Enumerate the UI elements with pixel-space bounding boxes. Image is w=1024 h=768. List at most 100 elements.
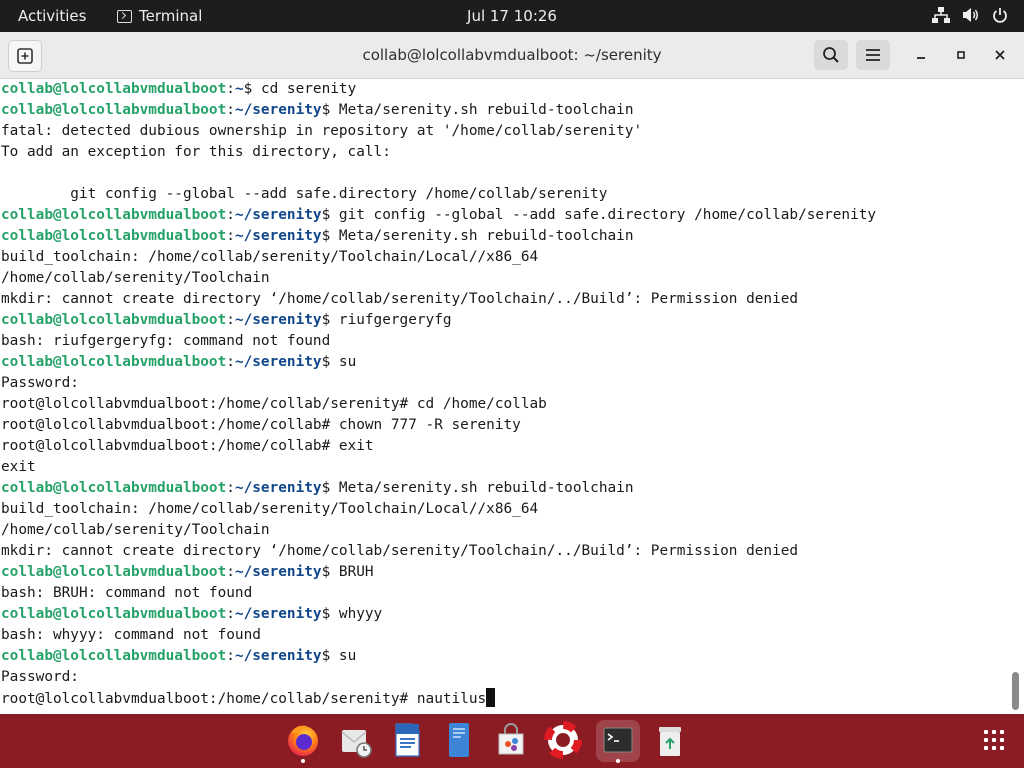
dock-mail[interactable] [336, 720, 376, 762]
power-icon [993, 8, 1007, 23]
dock-terminal[interactable] [596, 720, 640, 763]
grid-dot [984, 746, 988, 750]
prompt-user-host: collab@lolcollabvmdualboot [1, 312, 227, 328]
terminal-scrollbar[interactable] [1012, 672, 1019, 710]
terminal-line: /home/collab/serenity/Toolchain [0, 268, 1010, 289]
terminal-line: exit [0, 457, 1010, 478]
volume-icon [963, 8, 978, 22]
maximize-icon [957, 51, 965, 59]
new-tab-button[interactable] [8, 40, 42, 72]
dock-viewer[interactable] [439, 720, 479, 762]
prompt-symbol: $ [321, 354, 339, 370]
new-tab-icon [17, 48, 33, 64]
dock-trash[interactable] [650, 720, 690, 762]
dock [0, 714, 1024, 768]
minimize-icon [917, 57, 925, 59]
prompt-user-host: collab@lolcollabvmdualboot [1, 480, 227, 496]
maximize-button[interactable] [950, 44, 972, 66]
output-text: git config --global --add safe.directory… [1, 186, 608, 202]
prompt-symbol: $ [321, 648, 339, 664]
top-bar: Activities Terminal Jul 17 10:26 [0, 0, 1024, 32]
terminal-line: collab@lolcollabvmdualboot:~/serenity$ B… [0, 562, 1010, 583]
grid-dot [984, 738, 988, 742]
terminal-line: git config --global --add safe.directory… [0, 184, 1010, 205]
grid-dot [1000, 738, 1004, 742]
grid-dot [984, 730, 988, 734]
terminal-line: bash: BRUH: command not found [0, 583, 1010, 604]
terminal-line: collab@lolcollabvmdualboot:~/serenity$ M… [0, 226, 1010, 247]
dock-writer[interactable] [387, 720, 427, 762]
window-titlebar[interactable]: collab@lolcollabvmdualboot: ~/serenity [0, 32, 1024, 79]
terminal-line: Password: [0, 373, 1010, 394]
output-text: root@lolcollabvmdualboot:/home/collab/se… [1, 691, 487, 707]
terminal-line: root@lolcollabvmdualboot:/home/collab# e… [0, 436, 1010, 457]
output-text: build_toolchain: /home/collab/serenity/T… [1, 249, 539, 265]
grid-dot [992, 730, 996, 734]
command-text: su [338, 648, 357, 664]
terminal-line: bash: riufgergeryfg: command not found [0, 331, 1010, 352]
terminal-line: collab@lolcollabvmdualboot:~/serenity$ M… [0, 100, 1010, 121]
prompt-separator: : [226, 354, 235, 370]
software-store-icon [498, 723, 524, 755]
text-cursor [486, 688, 496, 707]
document-viewer-icon [449, 723, 469, 757]
search-icon [823, 47, 839, 63]
terminal-line: build_toolchain: /home/collab/serenity/T… [0, 247, 1010, 268]
terminal-output[interactable]: collab@lolcollabvmdualboot:~$ cd serenit… [0, 79, 1010, 714]
terminal-line: Password: [0, 667, 1010, 688]
dock-firefox[interactable] [283, 720, 323, 763]
prompt-user-host: collab@lolcollabvmdualboot [1, 354, 227, 370]
output-text: fatal: detected dubious ownership in rep… [1, 123, 643, 139]
terminal-line: fatal: detected dubious ownership in rep… [0, 121, 1010, 142]
running-indicator [616, 759, 620, 763]
prompt-separator: : [226, 564, 235, 580]
terminal-line: collab@lolcollabvmdualboot:~/serenity$ s… [0, 352, 1010, 373]
prompt-path: ~/serenity [234, 648, 322, 664]
prompt-separator: : [226, 207, 235, 223]
terminal-line: collab@lolcollabvmdualboot:~$ cd serenit… [0, 79, 1010, 100]
prompt-separator: : [226, 81, 235, 97]
grid-dot [1000, 730, 1004, 734]
output-text: To add an exception for this directory, … [1, 144, 391, 160]
output-text: bash: whyyy: command not found [1, 627, 261, 643]
output-text: /home/collab/serenity/Toolchain [1, 270, 270, 286]
prompt-user-host: collab@lolcollabvmdualboot [1, 102, 227, 118]
terminal-icon [603, 727, 633, 753]
minimize-button[interactable] [910, 44, 932, 66]
search-button[interactable] [814, 40, 848, 70]
prompt-path: ~/serenity [234, 354, 322, 370]
output-text: build_toolchain: /home/collab/serenity/T… [1, 501, 539, 517]
command-text: riufgergeryfg [338, 312, 452, 328]
prompt-user-host: collab@lolcollabvmdualboot [1, 606, 227, 622]
output-text: mkdir: cannot create directory ‘/home/co… [1, 291, 799, 307]
dock-software[interactable] [491, 720, 531, 762]
system-tray[interactable] [932, 7, 1008, 23]
prompt-symbol: $ [321, 480, 339, 496]
command-text: git config --global --add safe.directory… [338, 207, 877, 223]
terminal-line: collab@lolcollabvmdualboot:~/serenity$ s… [0, 646, 1010, 667]
prompt-separator: : [226, 480, 235, 496]
prompt-symbol: $ [321, 606, 339, 622]
help-lifebuoy-icon [544, 721, 582, 759]
output-text: Password: [1, 375, 79, 391]
terminal-window: collab@lolcollabvmdualboot: ~/serenity c… [0, 32, 1024, 714]
prompt-symbol: $ [321, 312, 339, 328]
output-text: bash: riufgergeryfg: command not found [1, 333, 331, 349]
show-applications-button[interactable] [984, 730, 1006, 752]
close-icon [995, 50, 1005, 60]
dock-help[interactable] [543, 720, 583, 762]
prompt-separator: : [226, 228, 235, 244]
app-menu-button[interactable]: Terminal [117, 7, 202, 25]
terminal-line: mkdir: cannot create directory ‘/home/co… [0, 289, 1010, 310]
output-text: /home/collab/serenity/Toolchain [1, 522, 270, 538]
prompt-path: ~/serenity [234, 102, 322, 118]
output-text: root@lolcollabvmdualboot:/home/collab/se… [1, 396, 547, 412]
hamburger-menu-button[interactable] [856, 40, 890, 70]
command-text: Meta/serenity.sh rebuild-toolchain [338, 102, 634, 118]
close-button[interactable] [989, 44, 1011, 66]
grid-dot [1000, 746, 1004, 750]
terminal-line: build_toolchain: /home/collab/serenity/T… [0, 499, 1010, 520]
prompt-path: ~/serenity [234, 480, 322, 496]
activities-button[interactable]: Activities [18, 7, 86, 25]
